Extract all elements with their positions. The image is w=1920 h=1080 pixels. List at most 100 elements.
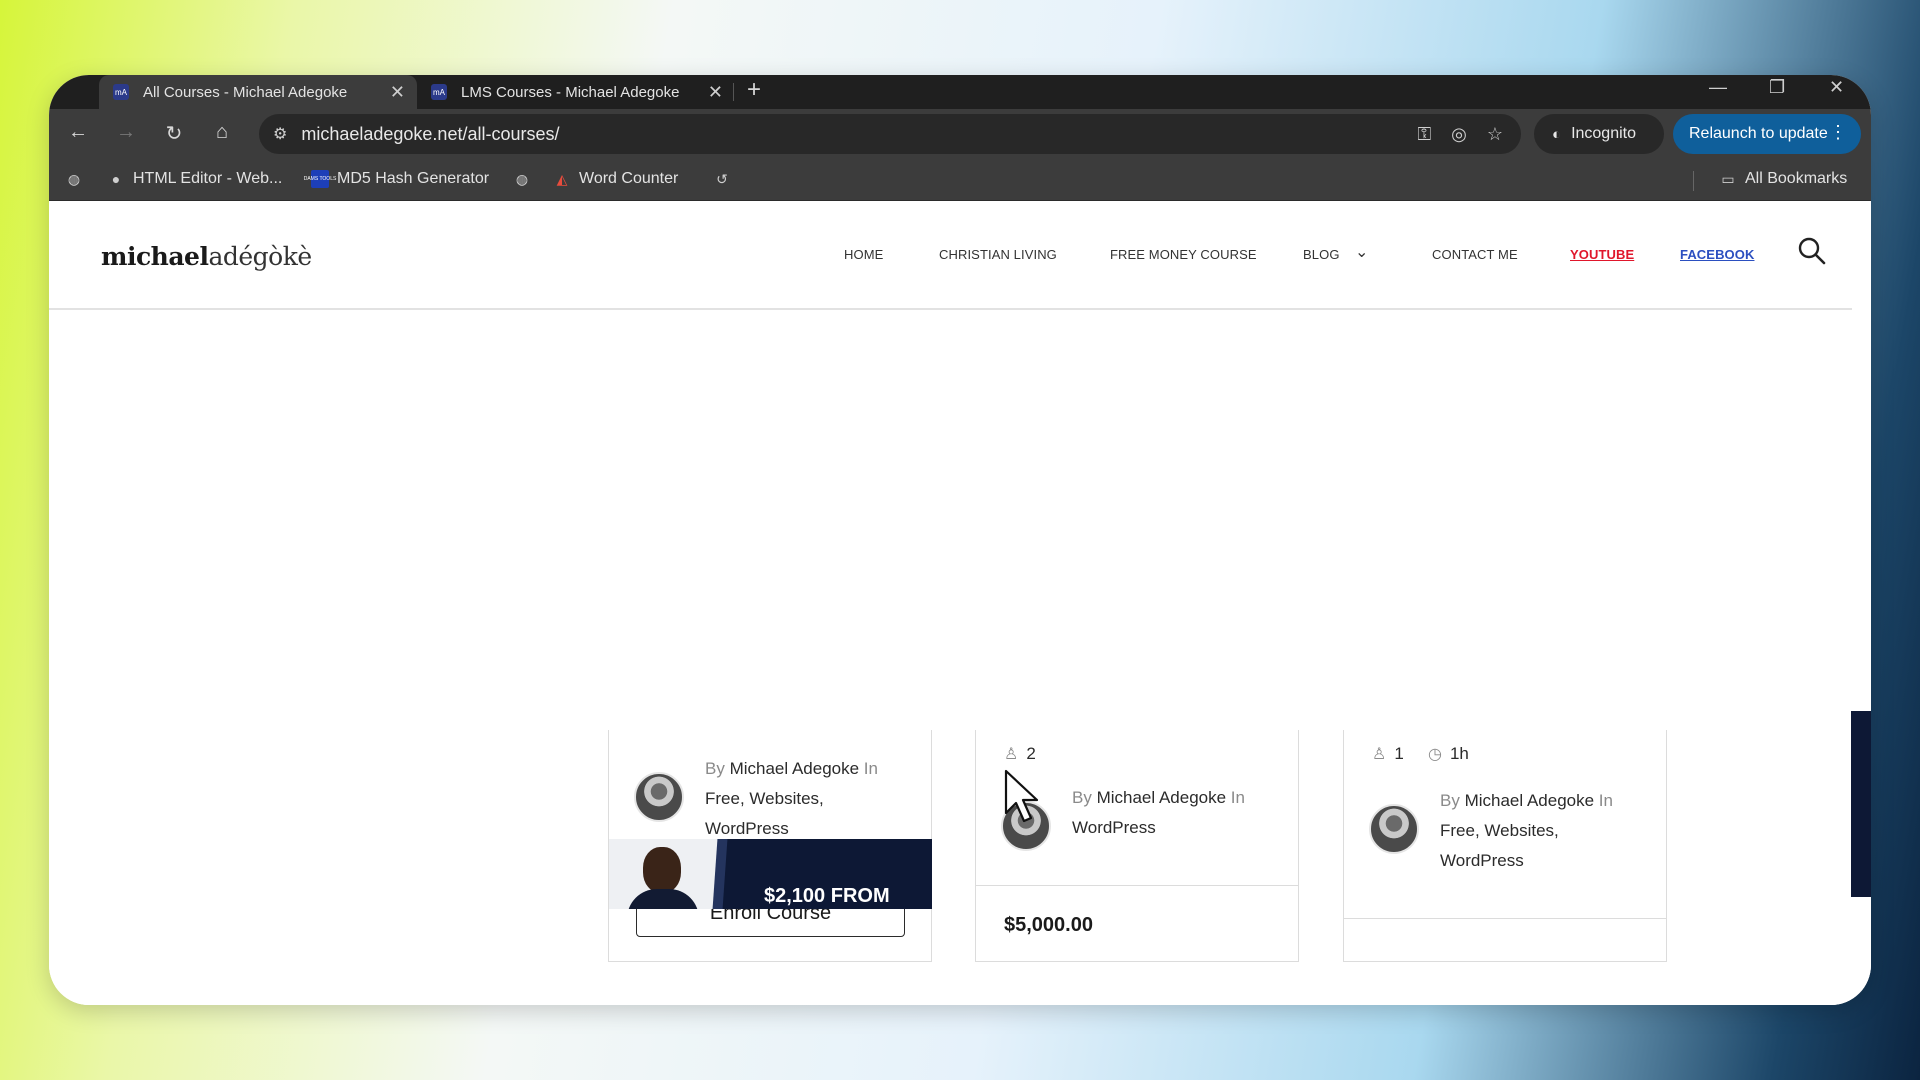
category-link[interactable]: Free [1440, 821, 1475, 840]
browser-toolbar: ← → ↻ ⌂ ⚙ michaeladegoke.net/all-courses… [49, 109, 1871, 159]
bookmark-html-editor[interactable]: ● HTML Editor - Web... [107, 170, 283, 188]
nav-facebook[interactable]: FACEBOOK [1680, 247, 1754, 262]
author-link[interactable]: Michael Adegoke [1097, 788, 1226, 807]
dams-tools-icon-text: DAMS TOOLS [303, 176, 337, 182]
bookmark-word-counter[interactable]: ◭ Word Counter [553, 170, 679, 188]
course-card[interactable]: ♙ 1 ◷ 1h By Michael Adegoke In Free, Web… [1343, 730, 1667, 962]
new-tab-icon[interactable]: + [747, 76, 761, 104]
home-icon[interactable]: ⌂ [209, 121, 235, 144]
incognito-label: Incognito [1571, 125, 1636, 142]
incognito-icon: ◐ [1552, 125, 1562, 143]
url-text[interactable]: michaeladegoke.net/all-courses/ [301, 124, 1417, 145]
tab-strip: mA All Courses - Michael Adegoke ✕ mA LM… [49, 75, 1871, 109]
card-divider [1344, 918, 1666, 919]
nav-free-money-course[interactable]: FREE MONEY COURSE [1110, 247, 1257, 262]
in-label: In [1598, 791, 1613, 810]
site-favicon-icon: mA [113, 84, 129, 100]
students-stat: ♙ 1 [1372, 744, 1404, 764]
folder-icon: ▭ [1721, 170, 1735, 187]
bookmark-history[interactable]: ↺ [713, 170, 739, 188]
dams-tools-icon: DAMS TOOLS [304, 170, 336, 188]
course-card[interactable]: ♙ 2 By Michael Adegoke In WordPress $5,0… [975, 730, 1299, 962]
promo-text: $2,100 FROM [764, 885, 890, 907]
category-link[interactable]: Websites [1484, 821, 1554, 840]
tab-all-courses[interactable]: mA All Courses - Michael Adegoke ✕ [99, 75, 417, 109]
bookmark-star-icon[interactable]: ☆ [1487, 124, 1503, 145]
course-meta: By Michael Adegoke In WordPress [1072, 783, 1282, 843]
back-icon[interactable]: ← [65, 121, 91, 144]
category-link[interactable]: Websites [749, 789, 819, 808]
all-bookmarks[interactable]: ▭ All Bookmarks [1719, 170, 1847, 188]
category-link[interactable]: Free [705, 789, 740, 808]
instructor-body [627, 889, 699, 909]
tab-lms-courses[interactable]: mA LMS Courses - Michael Adegoke ✕ [417, 75, 735, 109]
category-link[interactable]: WordPress [1072, 818, 1156, 837]
browser-window: mA All Courses - Michael Adegoke ✕ mA LM… [49, 75, 1871, 1005]
globe-icon: ◍ [67, 170, 81, 187]
bookmark-globe-2[interactable]: ◍ [513, 170, 539, 188]
site-logo[interactable]: michaeladégòkè [101, 242, 312, 271]
course-thumbnail[interactable]: $2,100 FROM [609, 839, 932, 909]
clock-icon: ◷ [1428, 746, 1442, 763]
students-count: 1 [1394, 744, 1404, 763]
nav-christian-living[interactable]: CHRISTIAN LIVING [939, 247, 1057, 262]
course-meta: By Michael Adegoke In Free, Websites, Wo… [705, 759, 878, 838]
eye-off-icon[interactable]: ◎ [1451, 124, 1467, 145]
site-favicon-icon: mA [431, 84, 447, 100]
in-label: In [863, 759, 878, 778]
side-widget-tab[interactable] [1851, 711, 1871, 897]
tab-title: LMS Courses - Michael Adegoke [461, 83, 680, 101]
logo-bold-text: michael [101, 242, 209, 271]
search-icon[interactable] [1797, 236, 1827, 266]
students-count: 2 [1026, 744, 1036, 763]
course-meta: By Michael Adegoke In Free, Websites, Wo… [1440, 791, 1613, 870]
incognito-indicator[interactable]: ◐ Incognito [1534, 114, 1664, 154]
forward-icon[interactable]: → [113, 121, 139, 144]
globe-icon: ◍ [515, 170, 529, 187]
logo-light-text: adégòkè [208, 242, 312, 271]
bookmark-md5[interactable]: DAMS TOOLS MD5 Hash Generator [304, 170, 490, 188]
bookmark-globe[interactable]: ◍ [65, 170, 91, 188]
author-link[interactable]: Michael Adegoke [730, 759, 859, 778]
reload-icon[interactable]: ↻ [161, 121, 187, 146]
by-label: By [1440, 791, 1460, 810]
author-avatar [1369, 804, 1419, 854]
more-menu-icon[interactable]: ⋮ [1829, 122, 1847, 143]
students-stat: ♙ 2 [1004, 744, 1036, 764]
duration-value: 1h [1449, 744, 1469, 763]
card-divider [976, 885, 1298, 886]
close-tab-icon[interactable]: ✕ [708, 82, 723, 103]
bookmarks-separator [1693, 171, 1694, 191]
close-window-icon[interactable]: ✕ [1829, 77, 1844, 98]
address-bar[interactable]: ⚙ michaeladegoke.net/all-courses/ ⚿ ◎ ☆ [259, 114, 1521, 154]
author-avatar [634, 772, 684, 822]
relaunch-label: Relaunch to update [1689, 125, 1828, 142]
instructor-head [643, 847, 681, 893]
author-link[interactable]: Michael Adegoke [1465, 791, 1594, 810]
close-tab-icon[interactable]: ✕ [390, 82, 405, 103]
nav-blog[interactable]: BLOG [1303, 247, 1340, 262]
tab-title: All Courses - Michael Adegoke [143, 83, 348, 101]
course-price: $5,000.00 [1004, 914, 1093, 936]
restore-icon[interactable]: ❐ [1769, 77, 1785, 98]
password-key-icon[interactable]: ⚿ [1417, 124, 1431, 145]
category-link[interactable]: WordPress [705, 819, 789, 838]
chevron-down-icon[interactable]: ⌄ [1355, 242, 1368, 262]
minimize-icon[interactable]: — [1709, 77, 1727, 98]
category-link[interactable]: WordPress [1440, 851, 1524, 870]
bookmark-label: MD5 Hash Generator [337, 170, 490, 187]
site-header: michaeladégòkè HOME CHRISTIAN LIVING FRE… [49, 202, 1852, 310]
user-icon: ♙ [1372, 746, 1387, 763]
nav-youtube[interactable]: YOUTUBE [1570, 247, 1634, 262]
instructor-photo [609, 839, 719, 909]
in-label: In [1230, 788, 1245, 807]
by-label: By [1072, 788, 1092, 807]
by-label: By [705, 759, 725, 778]
all-bookmarks-label: All Bookmarks [1745, 170, 1848, 187]
bookmarks-bar: ◍ ● HTML Editor - Web... DAMS TOOLS MD5 … [49, 159, 1871, 201]
relaunch-button[interactable]: Relaunch to update ⋮ [1673, 114, 1861, 154]
nav-home[interactable]: HOME [844, 247, 883, 262]
bookmark-label: HTML Editor - Web... [133, 170, 283, 187]
nav-contact[interactable]: CONTACT ME [1432, 247, 1518, 262]
site-info-icon[interactable]: ⚙ [273, 124, 287, 144]
